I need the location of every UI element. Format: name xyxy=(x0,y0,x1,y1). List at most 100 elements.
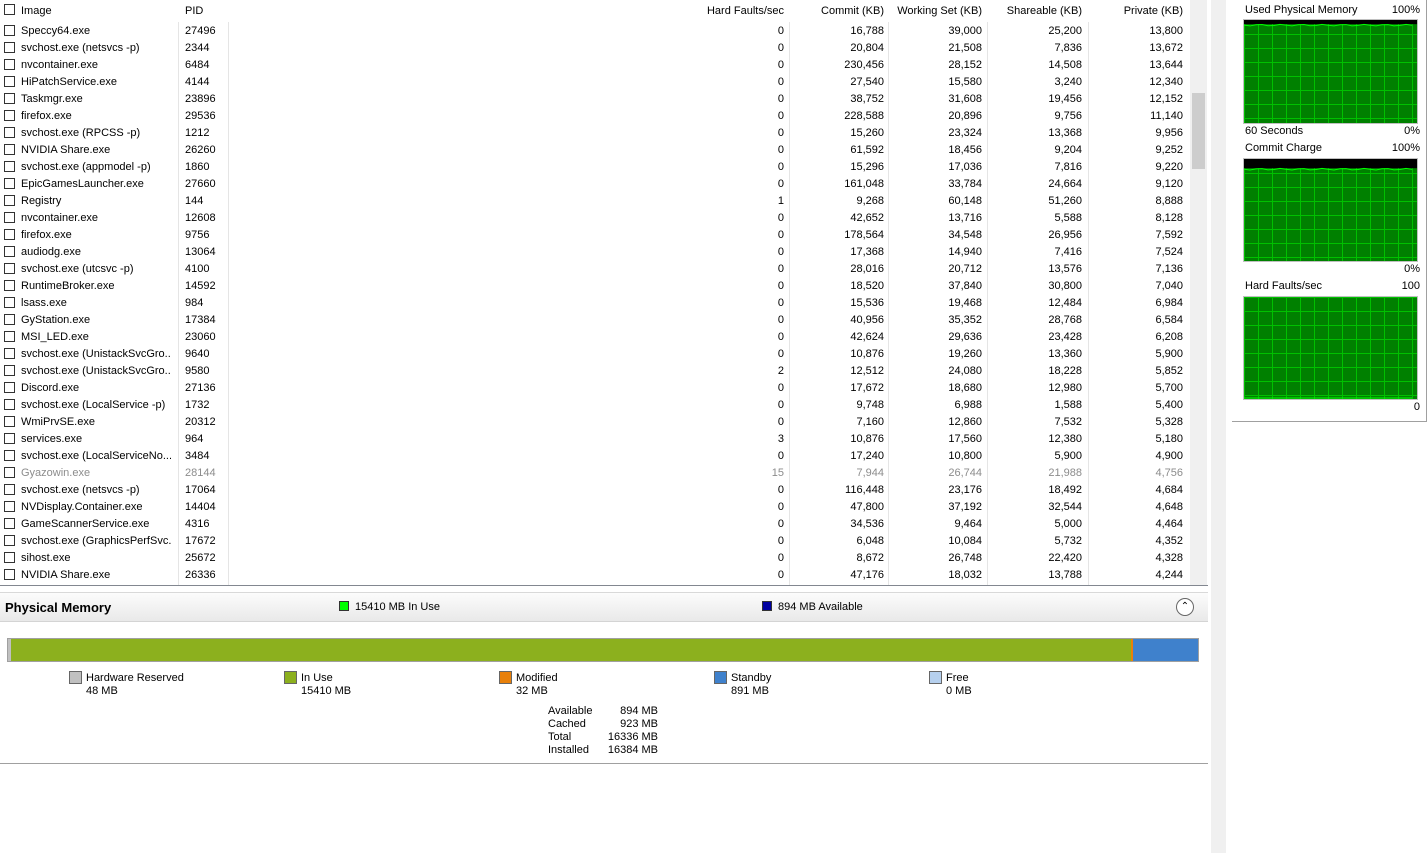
row-checkbox[interactable] xyxy=(4,42,15,53)
table-row[interactable]: GameScannerService.exe 4316 0 34,536 9,464 5,… xyxy=(0,516,1190,533)
commit-charge-max: 100% xyxy=(1391,142,1420,154)
row-checkbox[interactable] xyxy=(4,195,15,206)
table-row[interactable]: firefox.exe 9756 0 178,564 34,548 26,956 7,592 xyxy=(0,227,1190,244)
table-row[interactable]: services.exe 964 3 10,876 17,560 12,380 5,180 xyxy=(0,431,1190,448)
table-row[interactable]: NVDisplay.Container.exe 14404 0 47,800 37,19… xyxy=(0,499,1190,516)
process-name: nvcontainer.exe xyxy=(21,59,99,71)
row-checkbox[interactable] xyxy=(4,178,15,189)
working-set-value: 39,000 xyxy=(948,25,982,37)
commit-value: 10,876 xyxy=(850,348,884,360)
physical-memory-header[interactable]: Physical Memory 15410 MB In Use 894 MB A… xyxy=(0,593,1208,622)
header-pid[interactable]: PID xyxy=(185,5,203,17)
row-checkbox[interactable] xyxy=(4,93,15,104)
table-row[interactable]: svchost.exe (LocalService -p) 1732 0 9,748 6… xyxy=(0,397,1190,414)
table-row[interactable]: Registry 144 1 9,268 60,148 51,260 8,888 xyxy=(0,193,1190,210)
stat-label: Available xyxy=(548,705,593,717)
table-row[interactable]: svchost.exe (UnistackSvcGro... 9580 2 12,51… xyxy=(0,363,1190,380)
table-row[interactable]: HiPatchService.exe 4144 0 27,540 15,580 3,240… xyxy=(0,74,1190,91)
table-row[interactable]: svchost.exe (RPCSS -p) 1212 0 15,260 23,324 1… xyxy=(0,125,1190,142)
table-row[interactable]: Discord.exe 27136 0 17,672 18,680 12,980 5,700 xyxy=(0,380,1190,397)
row-checkbox[interactable] xyxy=(4,399,15,410)
row-checkbox[interactable] xyxy=(4,280,15,291)
header-private[interactable]: Private (KB) xyxy=(1090,5,1183,17)
table-row[interactable]: NVIDIA Share.exe 26336 0 47,176 18,032 13,788… xyxy=(0,567,1190,584)
private-value: 5,700 xyxy=(1155,382,1183,394)
table-row[interactable]: audiodg.exe 13064 0 17,368 14,940 7,416 7,524 xyxy=(0,244,1190,261)
chevron-up-icon[interactable]: ⌃ xyxy=(1176,598,1194,616)
table-row[interactable]: nvcontainer.exe 12608 0 42,652 13,716 5,588 8,… xyxy=(0,210,1190,227)
header-hard-faults[interactable]: Hard Faults/sec xyxy=(690,5,784,17)
table-row[interactable]: Speccy64.exe 27496 0 16,788 39,000 25,200 13,8… xyxy=(0,23,1190,40)
row-checkbox[interactable] xyxy=(4,416,15,427)
hard-faults-value: 0 xyxy=(777,178,784,190)
header-shareable[interactable]: Shareable (KB) xyxy=(988,5,1082,17)
commit-value: 40,956 xyxy=(850,314,884,326)
row-checkbox[interactable] xyxy=(4,246,15,257)
table-row[interactable]: NVIDIA Share.exe 26260 0 61,592 18,456 9,204 9… xyxy=(0,142,1190,159)
row-checkbox[interactable] xyxy=(4,569,15,580)
table-row[interactable]: svchost.exe (UnistackSvcGro... 9640 0 10,87… xyxy=(0,346,1190,363)
table-row[interactable]: svchost.exe (LocalServiceNo... 3484 0 17,24… xyxy=(0,448,1190,465)
row-checkbox[interactable] xyxy=(4,229,15,240)
table-row[interactable]: svchost.exe (utcsvc -p) 4100 0 28,016 20,712… xyxy=(0,261,1190,278)
table-row[interactable]: Taskmgr.exe 23896 0 38,752 31,608 19,456 12,15… xyxy=(0,91,1190,108)
table-row[interactable]: EpicGamesLauncher.exe 27660 0 161,048 33,784… xyxy=(0,176,1190,193)
row-checkbox[interactable] xyxy=(4,331,15,342)
row-checkbox[interactable] xyxy=(4,382,15,393)
select-all-checkbox[interactable] xyxy=(4,4,15,15)
table-row[interactable]: MSI_LED.exe 23060 0 42,624 29,636 23,428 6,208 xyxy=(0,329,1190,346)
table-row[interactable]: sihost.exe 25672 0 8,672 26,748 22,420 4,328 xyxy=(0,550,1190,567)
row-checkbox[interactable] xyxy=(4,25,15,36)
row-checkbox[interactable] xyxy=(4,59,15,70)
shareable-value: 5,588 xyxy=(1054,212,1082,224)
commit-value: 17,368 xyxy=(850,246,884,258)
table-scrollbar[interactable] xyxy=(1190,0,1207,585)
table-row[interactable]: svchost.exe (appmodel -p) 1860 0 15,296 17,0… xyxy=(0,159,1190,176)
row-checkbox[interactable] xyxy=(4,484,15,495)
row-checkbox[interactable] xyxy=(4,263,15,274)
row-checkbox[interactable] xyxy=(4,76,15,87)
commit-value: 7,160 xyxy=(856,416,884,428)
hard-faults-value: 0 xyxy=(777,501,784,513)
row-checkbox[interactable] xyxy=(4,144,15,155)
row-checkbox[interactable] xyxy=(4,314,15,325)
table-row[interactable]: Gyazowin.exe 28144 15 7,944 26,744 21,988 4,75… xyxy=(0,465,1190,482)
row-checkbox[interactable] xyxy=(4,433,15,444)
private-value: 5,328 xyxy=(1155,416,1183,428)
row-checkbox[interactable] xyxy=(4,501,15,512)
table-row[interactable]: nvcontainer.exe 6484 0 230,456 28,152 14,508 1… xyxy=(0,57,1190,74)
hard-faults-value: 0 xyxy=(777,399,784,411)
table-row[interactable]: RuntimeBroker.exe 14592 0 18,520 37,840 30,80… xyxy=(0,278,1190,295)
window-scrollbar[interactable] xyxy=(1211,0,1226,853)
table-row[interactable]: svchost.exe (GraphicsPerfSvc... 17672 0 6,0… xyxy=(0,533,1190,550)
row-checkbox[interactable] xyxy=(4,552,15,563)
row-checkbox[interactable] xyxy=(4,535,15,546)
header-image[interactable]: Image xyxy=(21,5,171,17)
row-checkbox[interactable] xyxy=(4,127,15,138)
row-checkbox[interactable] xyxy=(4,450,15,461)
row-checkbox[interactable] xyxy=(4,467,15,478)
table-row[interactable]: firefox.exe 29536 0 228,588 20,896 9,756 11,14… xyxy=(0,108,1190,125)
row-checkbox[interactable] xyxy=(4,365,15,376)
hard-faults-value: 0 xyxy=(777,93,784,105)
row-checkbox[interactable] xyxy=(4,110,15,121)
table-row[interactable]: svchost.exe (netsvcs -p) 2344 0 20,804 21,50… xyxy=(0,40,1190,57)
process-pid: 17672 xyxy=(185,535,216,547)
row-checkbox[interactable] xyxy=(4,348,15,359)
table-row[interactable]: WmiPrvSE.exe 20312 0 7,160 12,860 7,532 5,328 xyxy=(0,414,1190,431)
header-commit[interactable]: Commit (KB) xyxy=(790,5,884,17)
commit-value: 34,536 xyxy=(850,518,884,530)
stat-label: Cached xyxy=(548,718,586,730)
row-checkbox[interactable] xyxy=(4,297,15,308)
table-scrollbar-thumb[interactable] xyxy=(1192,93,1205,169)
row-checkbox[interactable] xyxy=(4,518,15,529)
table-row[interactable]: svchost.exe (netsvcs -p) 17064 0 116,448 23,… xyxy=(0,482,1190,499)
row-checkbox[interactable] xyxy=(4,161,15,172)
table-row[interactable]: lsass.exe 984 0 15,536 19,468 12,484 6,984 xyxy=(0,295,1190,312)
row-checkbox[interactable] xyxy=(4,212,15,223)
commit-value: 42,652 xyxy=(850,212,884,224)
table-row[interactable]: GyStation.exe 17384 0 40,956 35,352 28,768 6,5… xyxy=(0,312,1190,329)
hard-faults-value: 0 xyxy=(777,331,784,343)
shareable-value: 7,816 xyxy=(1054,161,1082,173)
header-working-set[interactable]: Working Set (KB) xyxy=(890,5,982,17)
